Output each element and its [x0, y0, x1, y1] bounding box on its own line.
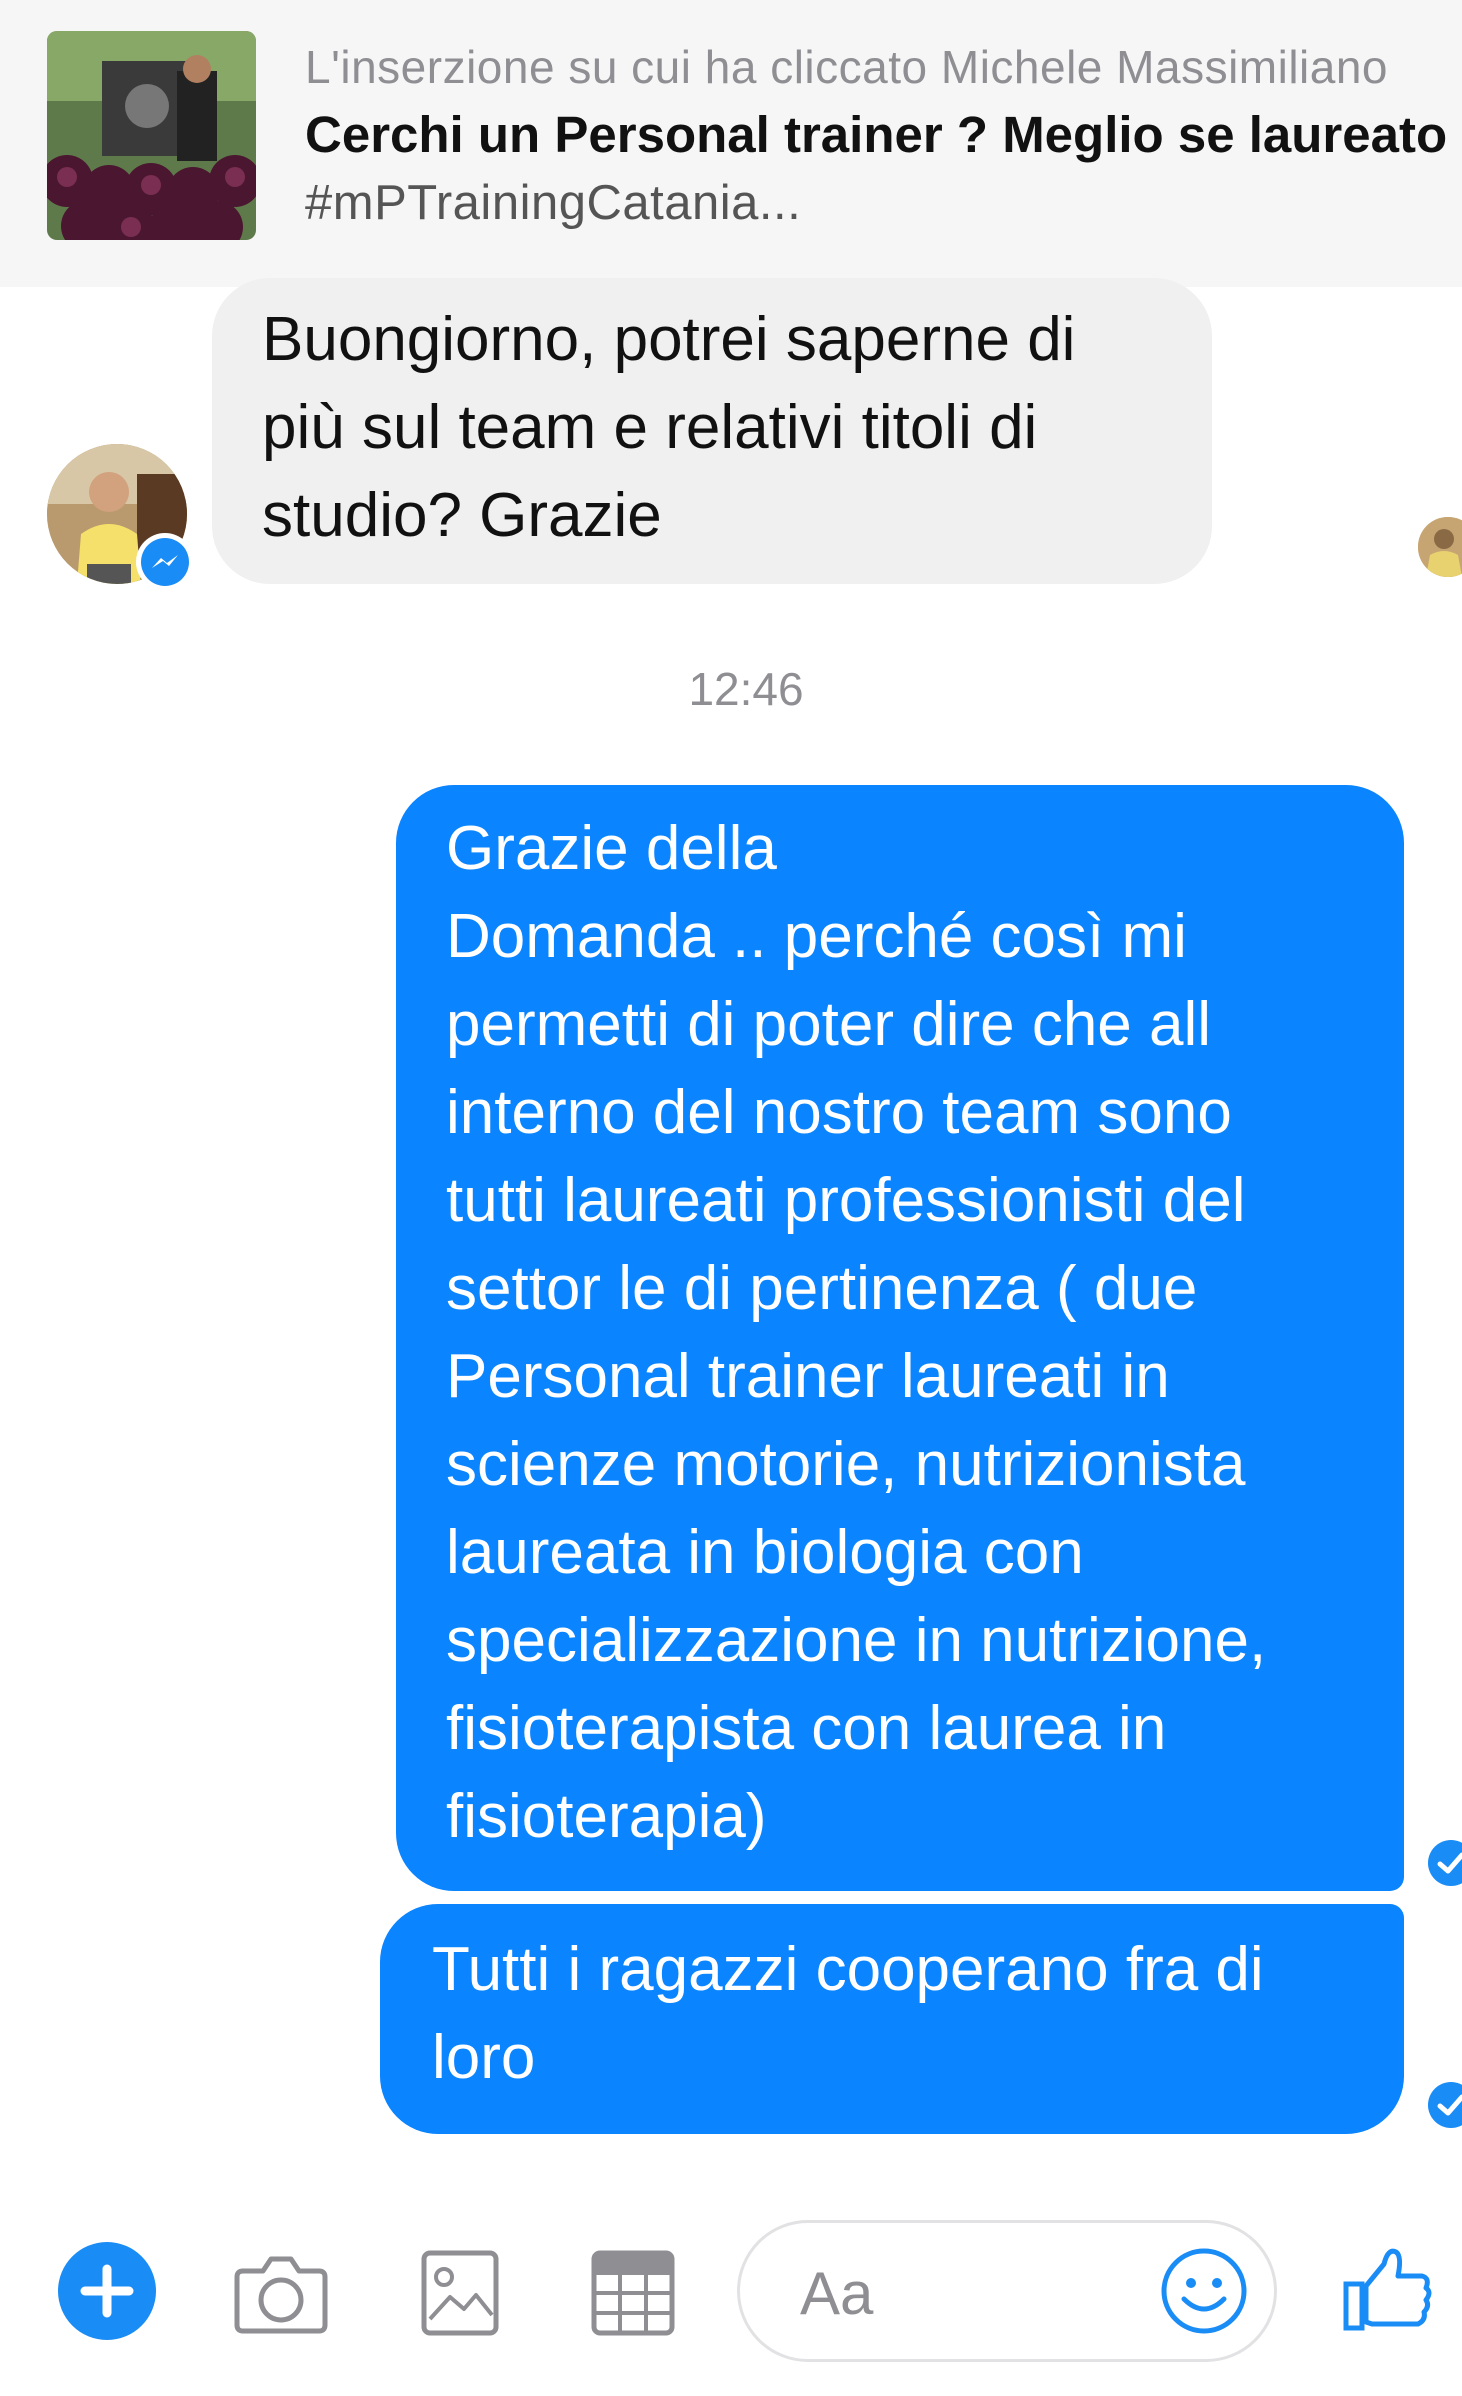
message-line: Grazie della — [446, 814, 777, 883]
delivered-check-icon — [1428, 2082, 1462, 2128]
message-line: scienze motorie, nutrizionista — [446, 1430, 1246, 1499]
message-line: Personal trainer laureati in — [446, 1342, 1170, 1411]
ad-source-text: L'inserzione su cui ha cliccato Michele … — [305, 41, 1389, 93]
ad-hashtag[interactable]: #mPTrainingCatania... — [305, 175, 801, 231]
message-line: specializzazione in nutrizione, — [446, 1606, 1267, 1675]
message-line: fisioterapia) — [446, 1782, 767, 1851]
message-line: Tutti i ragazzi cooperano fra di — [432, 1935, 1264, 2004]
message-line: tutti laureati professionisti del — [446, 1166, 1246, 1235]
message-line: più sul team e relativi titoli di — [262, 393, 1038, 462]
message-line: settor le di pertinenza ( due — [446, 1254, 1198, 1323]
incoming-message-bubble[interactable]: Buongiorno, potrei saperne di più sul te… — [212, 278, 1212, 584]
camera-icon[interactable] — [233, 2245, 329, 2342]
message-line: Buongiorno, potrei saperne di — [262, 305, 1076, 374]
image-icon[interactable] — [420, 2245, 500, 2342]
message-line: permetti di poter dire che all — [446, 990, 1212, 1059]
message-line: Domanda .. perché così mi — [446, 902, 1187, 971]
gif-sticker-icon[interactable] — [590, 2245, 676, 2342]
ad-thumbnail[interactable] — [47, 31, 256, 240]
ad-title[interactable]: Cerchi un Personal trainer ? Meglio se l… — [305, 105, 1447, 164]
message-line: interno del nostro team sono — [446, 1078, 1232, 1147]
ad-context-header[interactable]: L'inserzione su cui ha cliccato Michele … — [0, 0, 1462, 287]
message-input[interactable]: Aa — [737, 2220, 1277, 2362]
outgoing-message-bubble[interactable]: Grazie della Domanda .. perché così mi p… — [396, 785, 1404, 1891]
message-line: fisioterapista con laurea in — [446, 1694, 1167, 1763]
plus-icon[interactable] — [58, 2242, 156, 2340]
emoji-icon[interactable] — [1158, 2245, 1250, 2342]
thumbs-up-icon[interactable] — [1342, 2242, 1434, 2339]
read-receipt-avatar — [1418, 517, 1462, 577]
messenger-badge-icon — [136, 533, 194, 591]
message-line: studio? Grazie — [262, 481, 662, 550]
message-line: laureata in biologia con — [446, 1518, 1084, 1587]
delivered-check-icon — [1428, 1840, 1462, 1886]
message-input-placeholder: Aa — [800, 2260, 874, 2327]
outgoing-message-bubble[interactable]: Tutti i ragazzi cooperano fra di loro — [380, 1904, 1404, 2134]
message-timestamp: 12:46 — [688, 663, 804, 715]
message-line: loro — [432, 2023, 536, 2092]
